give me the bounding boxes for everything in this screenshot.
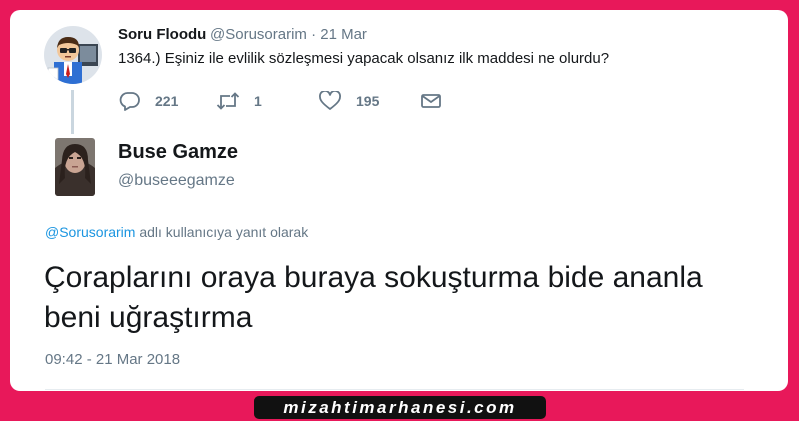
- quoted-tweet-text: 1364.) Eşiniz ile evlilik sözleşmesi yap…: [118, 50, 610, 67]
- like-button[interactable]: 195: [318, 90, 379, 112]
- retweet-button[interactable]: 1: [216, 90, 262, 112]
- buse-gamze-avatar[interactable]: [55, 138, 95, 196]
- quoted-author-name[interactable]: Soru Floodu: [118, 26, 206, 43]
- reply-author-handle[interactable]: @buseeegamze: [118, 172, 235, 190]
- reply-count: 221: [155, 93, 179, 109]
- reply-tweet-text: Çoraplarını oraya buraya sokuşturma bide…: [44, 261, 703, 334]
- watermark-text: mizahtimarhanesi.com: [283, 397, 517, 417]
- reply-button[interactable]: 221: [119, 90, 178, 112]
- quoted-handle-date[interactable]: @Sorusorarim · 21 Mar: [210, 26, 367, 43]
- heart-icon: [318, 91, 342, 111]
- replying-to-line: @Sorusorarim adlı kullanıcıya yanıt olar…: [45, 224, 308, 240]
- replying-to-label: adlı kullanıcıya yanıt olarak: [135, 224, 309, 240]
- tweet-card: Soru Floodu @Sorusorarim · 21 Mar 1364.)…: [10, 10, 788, 391]
- soru-floodu-avatar[interactable]: [44, 26, 102, 84]
- retweet-count: 1: [254, 93, 262, 109]
- watermark-banner: mizahtimarhanesi.com: [254, 396, 546, 419]
- reply-icon: [119, 91, 141, 111]
- envelope-icon: [420, 92, 442, 110]
- divider: [45, 389, 744, 390]
- like-count: 195: [356, 93, 380, 109]
- tweet-timestamp[interactable]: 09:42 - 21 Mar 2018: [45, 351, 180, 368]
- replying-to-mention-link[interactable]: @Sorusorarim: [45, 224, 135, 240]
- reply-author-name[interactable]: Buse Gamze: [118, 141, 238, 164]
- retweet-icon: [216, 91, 240, 111]
- thread-connector-line: [71, 90, 74, 134]
- direct-message-button[interactable]: [420, 90, 442, 112]
